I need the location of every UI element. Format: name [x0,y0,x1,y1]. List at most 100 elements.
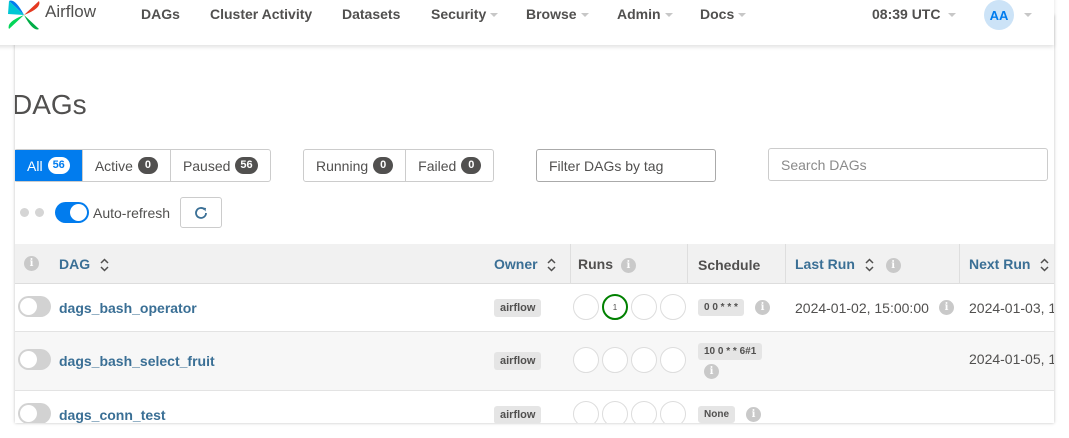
run-status-failed[interactable] [660,347,686,373]
run-status-failed[interactable] [660,401,686,423]
nav-security-label: Security [431,6,487,22]
tag-filter-input[interactable]: Filter DAGs by tag [536,149,716,182]
run-status-success[interactable]: 1 [602,294,628,320]
filter-all-label: All [27,157,43,174]
filter-all-button[interactable]: All 56 [15,150,83,181]
caret-down-icon [664,13,673,18]
column-dag[interactable]: DAG [59,256,109,272]
filter-paused-button[interactable]: Paused 56 [171,150,270,181]
filter-running-button[interactable]: Running 0 [304,150,407,181]
nav-datasets-label: Datasets [342,6,401,22]
run-status-running[interactable] [631,401,657,423]
dag-pause-toggle[interactable] [18,403,51,423]
column-last-run-label: Last Run [795,256,855,272]
owner-badge[interactable]: airflow [494,299,542,317]
dags-page: DAGs All 56 Active 0 Paused 56 Running 0… [15,15,1054,423]
avatar-caret-icon[interactable] [1024,13,1032,17]
dag-id-link[interactable]: dags_bash_operator [59,300,197,316]
next-run-text: 2024-01-05, 1 [969,351,1054,367]
last-run-link[interactable]: 2024-01-02, 15:00:00 [795,300,929,316]
search-dags-input[interactable]: Search DAGs [768,148,1048,181]
run-status-queued[interactable] [573,347,599,373]
nav-docs-label: Docs [700,6,735,22]
dag-id-link[interactable]: dags_conn_test [59,407,166,423]
run-status-success[interactable] [602,347,628,373]
refresh-icon [195,206,207,219]
column-next-run-label: Next Run [969,256,1031,272]
nav-admin[interactable]: Admin [617,6,673,22]
run-status-success[interactable] [602,401,628,423]
timezone-clock[interactable]: 08:39 UTC [872,6,957,22]
sort-icon [1040,258,1049,272]
column-runs: Runs i [578,256,636,273]
filter-failed-count: 0 [461,157,482,174]
info-icon[interactable]: i [939,300,954,315]
info-icon[interactable]: i [885,257,901,273]
status-filter-group: All 56 Active 0 Paused 56 [15,149,271,182]
nav-dags[interactable]: DAGs [141,6,180,22]
filter-running-count: 0 [373,157,394,174]
next-run-text: 2024-01-03, 1 [969,300,1054,316]
nav-docs[interactable]: Docs [700,6,747,22]
nav-browse[interactable]: Browse [526,6,589,22]
nav-datasets[interactable]: Datasets [342,6,400,22]
info-icon[interactable]: i [620,257,636,273]
column-dag-label: DAG [59,256,91,272]
dag-pause-toggle[interactable] [18,296,51,317]
column-divider [959,244,960,284]
sort-icon [547,258,556,272]
column-last-run[interactable]: Last Run i [795,256,901,273]
filter-active-count: 0 [137,157,158,174]
owner-badge[interactable]: airflow [494,406,542,423]
nav-browse-label: Browse [526,6,577,22]
column-divider [687,244,688,284]
info-icon[interactable]: i [704,364,719,379]
info-icon[interactable]: i [746,407,761,422]
run-status-running[interactable] [631,294,657,320]
refresh-indicator-dots [20,208,44,217]
nav-cluster-activity[interactable]: Cluster Activity [210,6,312,22]
filter-all-count: 56 [47,157,70,174]
auto-refresh-toggle[interactable] [55,202,89,223]
nav-admin-label: Admin [617,6,661,22]
auto-refresh-label: Auto-refresh [93,205,171,221]
run-status-running[interactable] [631,347,657,373]
caret-down-icon [490,13,499,18]
schedule-badge: 0 0 * * * [698,299,744,316]
filter-active-button[interactable]: Active 0 [83,150,171,181]
refresh-button[interactable] [180,197,222,228]
user-avatar[interactable]: AA [984,0,1014,30]
nav-security[interactable]: Security [431,6,499,22]
schedule-badge: None [698,406,735,423]
filter-active-label: Active [94,157,133,174]
airflow-logo-icon [8,0,40,30]
run-status-queued[interactable] [573,401,599,423]
run-status-circles [573,401,686,423]
run-status-failed[interactable] [660,294,686,320]
column-owner[interactable]: Owner [494,256,556,272]
filter-failed-button[interactable]: Failed 0 [406,150,493,181]
run-state-filter-group: Running 0 Failed 0 [303,149,495,182]
table-row: dags_conn_test airflow None i [15,391,1054,423]
column-schedule-label: Schedule [698,257,761,273]
column-schedule: Schedule [698,257,760,273]
table-header: i DAG Owner Runs i Schedule Last Run i N… [15,244,1054,284]
column-runs-label: Runs [578,256,613,272]
column-next-run[interactable]: Next Run [969,256,1049,272]
dag-id-link[interactable]: dags_bash_select_fruit [59,353,215,369]
nav-dags-label: DAGs [141,6,180,22]
dag-pause-toggle[interactable] [18,349,51,370]
top-navbar: Airflow DAGs Cluster Activity Datasets S… [0,0,1054,45]
run-status-circles: 1 [573,294,686,320]
search-placeholder: Search DAGs [781,156,867,173]
page-title: DAGs [15,89,87,120]
column-owner-label: Owner [494,256,538,272]
caret-down-icon [948,13,957,18]
clock-text: 08:39 UTC [872,6,941,22]
brand[interactable]: Airflow [6,0,96,32]
info-icon[interactable]: i [24,256,39,271]
run-status-queued[interactable] [573,294,599,320]
owner-badge[interactable]: airflow [494,352,542,370]
sort-icon [865,258,874,272]
info-icon[interactable]: i [755,300,770,315]
